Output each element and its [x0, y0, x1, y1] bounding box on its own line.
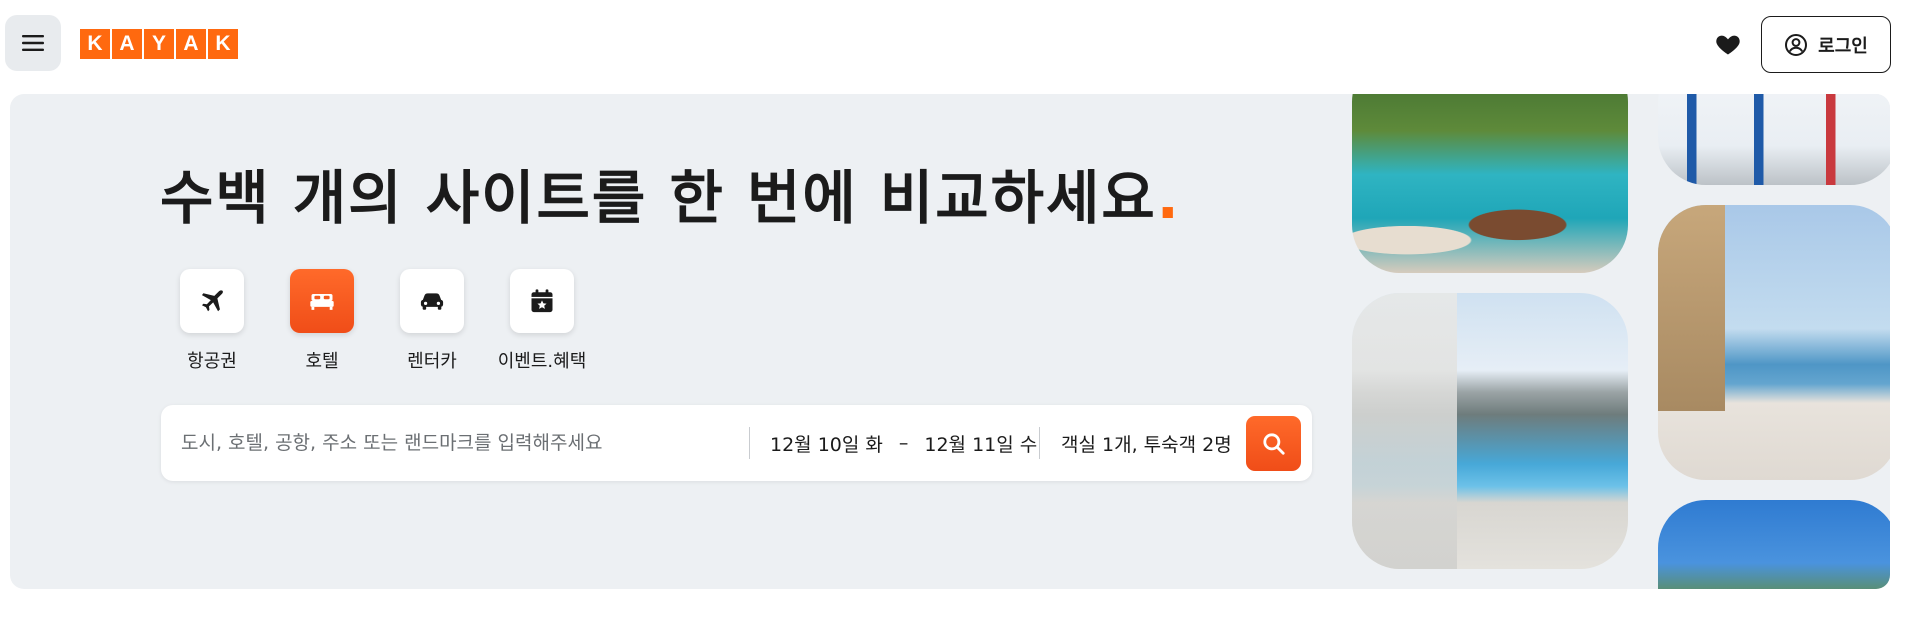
guests-label: 객실 1개, 투숙객 2명 — [1061, 433, 1232, 456]
login-button[interactable]: 로그인 — [1761, 16, 1891, 73]
date-picker[interactable]: 12월 10일 화 – 12월 11일 수 — [770, 405, 1037, 481]
hamburger-menu-icon — [22, 35, 44, 51]
logo-letter: Y — [144, 29, 174, 59]
destination-input[interactable] — [181, 405, 721, 481]
logo-letter: K — [208, 29, 238, 59]
top-header: K A Y A K 로그인 — [0, 0, 1908, 88]
checkin-date[interactable]: 12월 10일 화 — [770, 430, 883, 457]
tab-hotels[interactable]: 호텔 — [290, 269, 354, 373]
vertical-tabs: 항공권 호텔 렌터카 이벤트.혜택 — [180, 269, 586, 373]
search-icon — [1262, 432, 1285, 455]
calendar-star-icon — [531, 289, 553, 313]
terrace-lounge-chair-image — [1658, 205, 1890, 480]
villa-infinity-pool-image — [1352, 293, 1628, 569]
guests-selector[interactable]: 객실 1개, 투숙객 2명 — [1061, 405, 1232, 481]
airplane-icon — [201, 290, 223, 312]
tab-hotels-label: 호텔 — [305, 351, 339, 372]
coastal-hills-image — [1658, 500, 1890, 589]
favorites-button[interactable] — [1714, 30, 1742, 58]
tab-events-deals-label: 이벤트.혜택 — [497, 351, 587, 372]
search-button[interactable] — [1246, 416, 1301, 471]
headline-dot: . — [1156, 164, 1181, 232]
menu-button[interactable] — [5, 15, 61, 71]
tab-hotels-button[interactable] — [290, 269, 354, 333]
hero-section: 수백 개의 사이트를 한 번에 비교하세요. 항공권 호텔 렌터카 이벤트.혜택… — [10, 94, 1890, 589]
heart-icon — [1716, 35, 1740, 55]
checkout-date[interactable]: 12월 11일 수 — [924, 430, 1037, 457]
logo-letter: K — [80, 29, 110, 59]
tab-cars-label: 렌터카 — [407, 351, 457, 372]
logo-letter: A — [176, 29, 206, 59]
bed-icon — [310, 294, 334, 310]
headline-text: 수백 개의 사이트를 한 번에 비교하세요 — [160, 164, 1157, 232]
divider — [1039, 427, 1040, 459]
hotel-search-form: 12월 10일 화 – 12월 11일 수 객실 1개, 투숙객 2명 — [161, 405, 1312, 481]
logo-letter: A — [112, 29, 142, 59]
page-title: 수백 개의 사이트를 한 번에 비교하세요. — [160, 151, 1181, 235]
divider — [749, 427, 750, 459]
login-label: 로그인 — [1818, 35, 1868, 57]
car-icon — [420, 293, 444, 310]
tab-flights-button[interactable] — [180, 269, 244, 333]
white-house-street-image — [1658, 94, 1890, 185]
tab-events-deals[interactable]: 이벤트.혜택 — [498, 269, 586, 373]
tab-cars[interactable]: 렌터카 — [400, 269, 464, 373]
user-circle-icon — [1785, 33, 1808, 56]
kayak-logo[interactable]: K A Y A K — [80, 29, 238, 59]
resort-pool-image — [1352, 94, 1628, 273]
date-separator: – — [898, 432, 909, 454]
tab-flights[interactable]: 항공권 — [180, 269, 244, 373]
tab-flights-label: 항공권 — [187, 351, 237, 372]
tab-cars-button[interactable] — [400, 269, 464, 333]
tab-events-deals-button[interactable] — [510, 269, 574, 333]
